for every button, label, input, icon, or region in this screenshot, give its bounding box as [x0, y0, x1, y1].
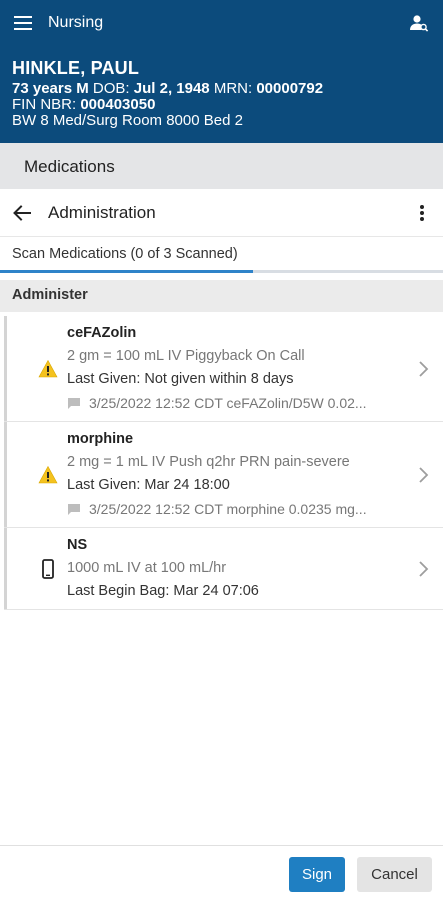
app-title: Nursing	[48, 14, 104, 31]
chevron-right-icon	[419, 467, 429, 483]
comment-text: 3/25/2022 12:52 CDT morphine 0.0235 mg..…	[89, 501, 367, 517]
age-sex: 73 years M	[12, 80, 89, 97]
medication-card-ns[interactable]: NS 1000 mL IV at 100 mL/hr Last Begin Ba…	[4, 528, 443, 610]
medication-list: ceFAZolin 2 gm = 100 mL IV Piggyback On …	[4, 316, 443, 610]
scan-tab-row: Scan Medications (0 of 3 Scanned)	[0, 237, 443, 275]
comment-icon	[68, 397, 80, 409]
medication-card-morphine[interactable]: morphine 2 mg = 1 mL IV Push q2hr PRN pa…	[4, 422, 443, 528]
medication-card-cefazolin[interactable]: ceFAZolin 2 gm = 100 mL IV Piggyback On …	[4, 316, 443, 422]
comment-text: 3/25/2022 12:52 CDT ceFAZolin/D5W 0.02..…	[89, 395, 367, 411]
page-header: Administration	[0, 189, 443, 237]
medication-name: NS	[67, 537, 88, 553]
scan-progress-bar	[0, 270, 253, 273]
medication-name: ceFAZolin	[67, 325, 137, 341]
medication-comment: 3/25/2022 12:52 CDT morphine 0.0235 mg..…	[67, 501, 367, 517]
last-given: Last Given: Not given within 8 days	[67, 371, 294, 387]
comment-icon	[68, 503, 80, 515]
more-options-icon[interactable]	[413, 201, 431, 225]
group-title: Administer	[12, 287, 88, 303]
dob-label: DOB:	[92, 80, 130, 97]
fin-label: FIN NBR:	[12, 96, 77, 113]
chevron-right-icon	[419, 361, 429, 377]
medication-name: morphine	[67, 431, 134, 447]
medication-comment: 3/25/2022 12:52 CDT ceFAZolin/D5W 0.02..…	[67, 395, 367, 411]
medication-order: 2 gm = 100 mL IV Piggyback On Call	[67, 348, 305, 364]
fin-value: 000403050	[80, 96, 156, 113]
patient-name: HINKLE, PAUL	[12, 58, 140, 78]
last-given: Last Given: Mar 24 18:00	[67, 477, 230, 493]
mrn-label: MRN:	[213, 80, 253, 97]
hamburger-menu-icon[interactable]	[12, 13, 34, 33]
section-bar: Medications	[0, 143, 443, 189]
mobile-device-icon	[42, 559, 54, 579]
tab-scan-medications[interactable]: Scan Medications (0 of 3 Scanned)	[12, 246, 238, 262]
sign-button[interactable]: Sign	[289, 857, 345, 892]
action-footer: Sign Cancel	[0, 845, 443, 900]
warning-icon	[38, 359, 58, 378]
medication-order: 2 mg = 1 mL IV Push q2hr PRN pain-severe	[67, 454, 350, 470]
dob-value: Jul 2, 1948	[133, 80, 210, 97]
group-header: Administer	[0, 280, 443, 312]
page-title: Administration	[48, 203, 156, 222]
mrn-value: 00000792	[256, 80, 324, 97]
back-arrow-icon[interactable]	[10, 201, 34, 225]
chevron-right-icon	[419, 561, 429, 577]
medication-order: 1000 mL IV at 100 mL/hr	[67, 560, 227, 576]
warning-icon	[38, 465, 58, 484]
patient-banner: Nursing HINKLE, PAUL 73 years M DOB: Jul…	[0, 0, 443, 143]
last-begin-bag: Last Begin Bag: Mar 24 07:06	[67, 583, 259, 599]
patient-search-icon[interactable]	[409, 13, 429, 33]
section-title: Medications	[24, 157, 115, 176]
cancel-button[interactable]: Cancel	[357, 857, 432, 892]
patient-location: BW 8 Med/Surg Room 8000 Bed 2	[12, 112, 243, 129]
